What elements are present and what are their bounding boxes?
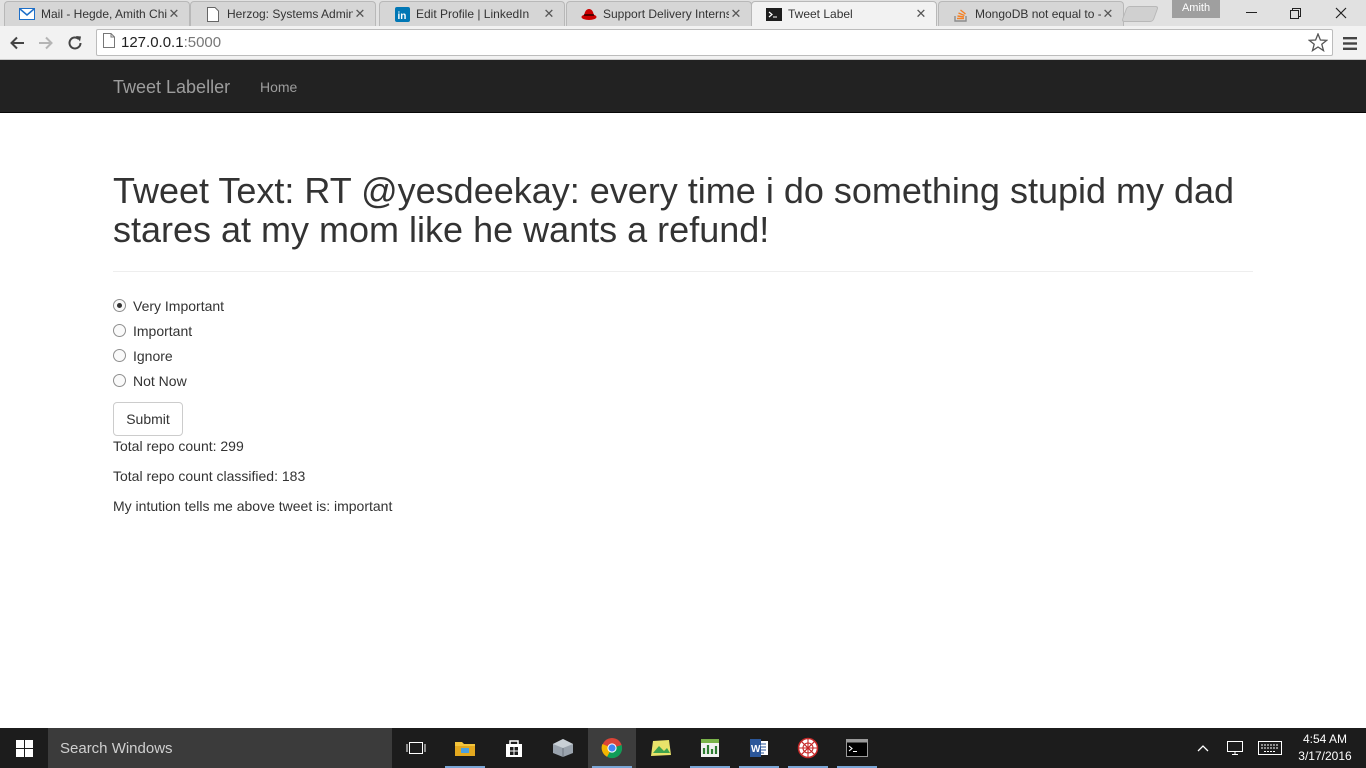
- close-window-icon[interactable]: [1318, 0, 1364, 26]
- close-icon[interactable]: ✕: [167, 7, 181, 21]
- network-icon[interactable]: [1222, 728, 1248, 768]
- label-radio-group: Very Important Important Ignore Not Now: [113, 293, 1253, 393]
- tab-herzog[interactable]: Herzog: Systems Admini ✕: [190, 1, 376, 26]
- radio-not-now[interactable]: Not Now: [113, 368, 1253, 393]
- store-icon[interactable]: [490, 728, 538, 768]
- wireshark-icon[interactable]: [784, 728, 832, 768]
- svg-text:W: W: [751, 744, 761, 755]
- spreadsheet-icon[interactable]: [686, 728, 734, 768]
- tab-mail[interactable]: Mail - Hegde, Amith Chit ✕: [4, 1, 190, 26]
- keyboard-icon[interactable]: [1256, 728, 1284, 768]
- tab-title: MongoDB not equal to -: [975, 7, 1101, 21]
- tab-title: Mail - Hegde, Amith Chit: [41, 7, 167, 21]
- tweet-heading: Tweet Text: RT @yesdeekay: every time i …: [113, 170, 1235, 250]
- radio-important[interactable]: Important: [113, 318, 1253, 343]
- navbar-brand[interactable]: Tweet Labeller: [113, 77, 230, 98]
- radio-very-important[interactable]: Very Important: [113, 293, 1253, 318]
- close-icon[interactable]: ✕: [542, 7, 556, 21]
- radio-ignore[interactable]: Ignore: [113, 343, 1253, 368]
- mail-icon: [19, 6, 35, 22]
- tab-title: Edit Profile | LinkedIn: [416, 7, 530, 21]
- total-count-text: Total repo count: 299: [113, 438, 244, 454]
- page-icon: [103, 32, 115, 53]
- new-tab-button[interactable]: [1121, 6, 1159, 22]
- close-icon[interactable]: ✕: [914, 7, 928, 21]
- windows-start-icon[interactable]: [0, 728, 48, 768]
- tab-linkedin[interactable]: in Edit Profile | LinkedIn ✕: [379, 1, 565, 26]
- svg-text:in: in: [397, 11, 406, 22]
- taskbar-clock[interactable]: 4:54 AM 3/17/2016: [1290, 731, 1360, 765]
- radio-label: Important: [133, 322, 193, 339]
- tab-title: Support Delivery Interns: [603, 7, 729, 21]
- browser-toolbar: 127.0.0.1:5000: [0, 26, 1366, 60]
- word-icon[interactable]: W: [735, 728, 783, 768]
- show-hidden-icons-chevron-icon[interactable]: [1192, 728, 1214, 768]
- tab-redhat[interactable]: Support Delivery Interns ✕: [566, 1, 752, 26]
- tab-tweet-label[interactable]: Tweet Label ✕: [751, 1, 937, 26]
- taskbar-search-input[interactable]: Search Windows: [48, 728, 392, 768]
- classified-count-text: Total repo count classified: 183: [113, 468, 306, 484]
- page-icon: [205, 6, 221, 22]
- command-prompt-icon[interactable]: [833, 728, 881, 768]
- windows-taskbar: Search Windows W 4:54 AM 3/17/2016: [0, 728, 1366, 768]
- profile-button[interactable]: Amith: [1172, 0, 1220, 18]
- browser-tab-strip: Mail - Hegde, Amith Chit ✕ Herzog: Syste…: [0, 0, 1366, 26]
- url-host: 127.0.0.1: [121, 34, 184, 51]
- tab-title: Tweet Label: [788, 7, 853, 21]
- close-icon[interactable]: ✕: [729, 7, 743, 21]
- menu-icon[interactable]: [1338, 31, 1362, 55]
- url-port: :5000: [183, 34, 222, 51]
- address-bar[interactable]: 127.0.0.1:5000: [96, 29, 1333, 56]
- terminal-icon: [766, 6, 782, 22]
- back-icon[interactable]: [5, 31, 29, 55]
- forward-icon[interactable]: [34, 31, 58, 55]
- radio-label: Very Important: [133, 297, 225, 314]
- chrome-icon[interactable]: [588, 728, 636, 768]
- radio-button[interactable]: [113, 349, 126, 362]
- stackoverflow-icon: [953, 6, 969, 22]
- app-navbar: Tweet Labeller Home: [0, 60, 1366, 113]
- url-text: 127.0.0.1:5000: [121, 34, 221, 51]
- photos-icon[interactable]: [637, 728, 685, 768]
- task-view-icon[interactable]: [392, 728, 440, 768]
- radio-label: Ignore: [133, 347, 173, 364]
- intuition-text: My intution tells me above tweet is: imp…: [113, 498, 393, 514]
- restore-icon[interactable]: [1272, 0, 1318, 26]
- main-content: Tweet Text: RT @yesdeekay: every time i …: [113, 113, 1253, 526]
- clock-date: 3/17/2016: [1298, 749, 1352, 763]
- close-icon[interactable]: ✕: [353, 7, 367, 21]
- radio-label: Not Now: [133, 372, 187, 389]
- redhat-icon: [581, 6, 597, 22]
- bookmark-star-icon[interactable]: [1307, 32, 1329, 57]
- file-explorer-icon[interactable]: [441, 728, 489, 768]
- submit-button[interactable]: Submit: [113, 402, 183, 436]
- nav-link-home[interactable]: Home: [260, 79, 297, 95]
- radio-button-checked[interactable]: [113, 299, 126, 312]
- virtualbox-icon[interactable]: [539, 728, 587, 768]
- clock-time: 4:54 AM: [1302, 732, 1348, 746]
- reload-icon[interactable]: [63, 31, 87, 55]
- minimize-icon[interactable]: [1228, 0, 1274, 26]
- close-icon[interactable]: ✕: [1101, 7, 1115, 21]
- linkedin-icon: in: [394, 6, 410, 22]
- radio-button[interactable]: [113, 374, 126, 387]
- radio-button[interactable]: [113, 324, 126, 337]
- tab-mongodb[interactable]: MongoDB not equal to - ✕: [938, 1, 1124, 26]
- divider: [113, 271, 1253, 272]
- tab-title: Herzog: Systems Admini: [227, 7, 353, 21]
